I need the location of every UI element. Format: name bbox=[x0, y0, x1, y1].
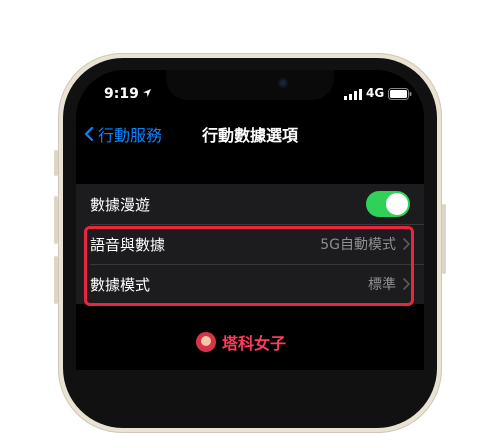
watermark: 塔科女子 bbox=[196, 330, 286, 354]
highlight-box bbox=[84, 226, 414, 306]
notch bbox=[166, 70, 334, 100]
network-type: 4G bbox=[366, 86, 385, 100]
camera-icon bbox=[278, 78, 288, 88]
roaming-label: 數據漫遊 bbox=[90, 195, 151, 214]
phone-screen: 9:19 4G 行動服務 行動數據選項 數據漫遊 語音與數據 5G自動模式 數據… bbox=[76, 70, 424, 370]
volume-down-button bbox=[54, 256, 58, 304]
avatar-icon bbox=[196, 332, 216, 352]
power-button bbox=[442, 204, 446, 274]
side-button bbox=[54, 150, 58, 176]
watermark-text: 塔科女子 bbox=[222, 334, 287, 353]
volume-up-button bbox=[54, 196, 58, 244]
status-time: 9:19 bbox=[104, 86, 139, 102]
toggle-knob bbox=[386, 193, 408, 215]
battery-icon bbox=[388, 88, 412, 100]
navigation-bar: 行動服務 行動數據選項 bbox=[76, 114, 424, 150]
location-arrow-icon bbox=[143, 89, 151, 97]
roaming-toggle[interactable] bbox=[366, 191, 410, 217]
signal-bars-icon bbox=[344, 89, 362, 100]
page-title: 行動數據選項 bbox=[201, 126, 298, 145]
roaming-row: 數據漫遊 bbox=[76, 184, 424, 224]
